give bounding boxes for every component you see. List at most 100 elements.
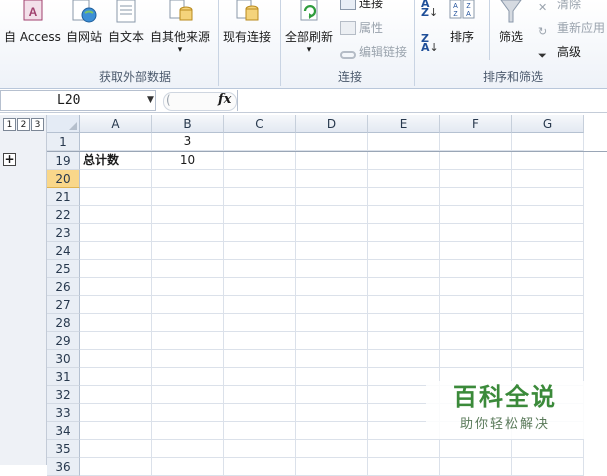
- cell-d30[interactable]: [296, 350, 368, 368]
- from-other-sources-button[interactable]: 自其他来源 ▾: [150, 0, 210, 55]
- row-header[interactable]: 21: [47, 188, 80, 206]
- sort-descending-button[interactable]: Z A↓: [421, 33, 439, 53]
- cell-d20[interactable]: [296, 170, 368, 188]
- cell-f21[interactable]: [440, 188, 512, 206]
- cell-d22[interactable]: [296, 206, 368, 224]
- sort-button[interactable]: A Z Z A 排序: [448, 0, 476, 45]
- row-header[interactable]: 29: [47, 332, 80, 350]
- cell-f1[interactable]: [440, 133, 512, 151]
- cell-c25[interactable]: [224, 260, 296, 278]
- row-header[interactable]: 25: [47, 260, 80, 278]
- select-all-corner[interactable]: [47, 115, 80, 133]
- cell-g36[interactable]: [512, 458, 584, 476]
- cell-g35[interactable]: [512, 440, 584, 458]
- cell-f22[interactable]: [440, 206, 512, 224]
- cell-c35[interactable]: [224, 440, 296, 458]
- cell-d24[interactable]: [296, 242, 368, 260]
- row-header[interactable]: 20: [47, 170, 80, 188]
- cell-e30[interactable]: [368, 350, 440, 368]
- cell-b19[interactable]: 10: [152, 152, 224, 170]
- cell-c34[interactable]: [224, 422, 296, 440]
- column-header-a[interactable]: A: [80, 115, 152, 133]
- from-text-button[interactable]: 自文本: [108, 0, 144, 45]
- cell-b27[interactable]: [152, 296, 224, 314]
- reapply-button[interactable]: ↻ 重新应用: [538, 19, 605, 39]
- cell-c1[interactable]: [224, 133, 296, 151]
- cell-a31[interactable]: [80, 368, 152, 386]
- cell-b32[interactable]: [152, 386, 224, 404]
- cell-c19[interactable]: [224, 152, 296, 170]
- cell-d23[interactable]: [296, 224, 368, 242]
- cell-c21[interactable]: [224, 188, 296, 206]
- cell-e25[interactable]: [368, 260, 440, 278]
- cell-b25[interactable]: [152, 260, 224, 278]
- cell-g1[interactable]: [512, 133, 584, 151]
- cell-d28[interactable]: [296, 314, 368, 332]
- cell-a29[interactable]: [80, 332, 152, 350]
- cell-e26[interactable]: [368, 278, 440, 296]
- cell-a36[interactable]: [80, 458, 152, 476]
- row-header[interactable]: 34: [47, 422, 80, 440]
- cell-a25[interactable]: [80, 260, 152, 278]
- cell-c22[interactable]: [224, 206, 296, 224]
- cell-g22[interactable]: [512, 206, 584, 224]
- row-header[interactable]: 23: [47, 224, 80, 242]
- row-header[interactable]: 24: [47, 242, 80, 260]
- row-header[interactable]: 27: [47, 296, 80, 314]
- expand-group-button[interactable]: +: [3, 153, 16, 166]
- cell-b20[interactable]: [152, 170, 224, 188]
- cell-b33[interactable]: [152, 404, 224, 422]
- cell-d21[interactable]: [296, 188, 368, 206]
- filter-button[interactable]: 筛选: [497, 0, 525, 45]
- cell-d26[interactable]: [296, 278, 368, 296]
- cell-b21[interactable]: [152, 188, 224, 206]
- properties-button[interactable]: 属性: [340, 19, 383, 36]
- edit-links-button[interactable]: 编辑链接: [340, 43, 407, 60]
- cell-b1[interactable]: 3: [152, 133, 224, 151]
- cell-a22[interactable]: [80, 206, 152, 224]
- cell-c31[interactable]: [224, 368, 296, 386]
- cell-e1[interactable]: [368, 133, 440, 151]
- cell-c32[interactable]: [224, 386, 296, 404]
- refresh-all-button[interactable]: 全部刷新 ▾: [285, 0, 333, 55]
- cell-c20[interactable]: [224, 170, 296, 188]
- cell-b34[interactable]: [152, 422, 224, 440]
- cell-f28[interactable]: [440, 314, 512, 332]
- cell-c27[interactable]: [224, 296, 296, 314]
- cell-b31[interactable]: [152, 368, 224, 386]
- cell-g25[interactable]: [512, 260, 584, 278]
- cell-d29[interactable]: [296, 332, 368, 350]
- cell-c28[interactable]: [224, 314, 296, 332]
- cell-c23[interactable]: [224, 224, 296, 242]
- cell-a21[interactable]: [80, 188, 152, 206]
- cell-a33[interactable]: [80, 404, 152, 422]
- cell-c29[interactable]: [224, 332, 296, 350]
- advanced-filter-button[interactable]: ⏷ 高级: [538, 43, 581, 63]
- cell-g21[interactable]: [512, 188, 584, 206]
- column-header-b[interactable]: B: [152, 115, 224, 133]
- cell-b28[interactable]: [152, 314, 224, 332]
- cell-e35[interactable]: [368, 440, 440, 458]
- row-header[interactable]: 32: [47, 386, 80, 404]
- row-header[interactable]: 31: [47, 368, 80, 386]
- cell-e23[interactable]: [368, 224, 440, 242]
- cell-f27[interactable]: [440, 296, 512, 314]
- column-header-c[interactable]: C: [224, 115, 296, 133]
- cell-f24[interactable]: [440, 242, 512, 260]
- name-box-dropdown-icon[interactable]: ▼: [147, 95, 154, 105]
- column-header-d[interactable]: D: [296, 115, 368, 133]
- cell-a26[interactable]: [80, 278, 152, 296]
- row-header[interactable]: 35: [47, 440, 80, 458]
- row-header[interactable]: 33: [47, 404, 80, 422]
- outline-level-1-button[interactable]: 1: [3, 118, 16, 131]
- sort-ascending-button[interactable]: A Z↓: [421, 0, 438, 18]
- name-box[interactable]: L20: [0, 90, 156, 111]
- cell-a32[interactable]: [80, 386, 152, 404]
- cell-c30[interactable]: [224, 350, 296, 368]
- cell-a34[interactable]: [80, 422, 152, 440]
- cell-f20[interactable]: [440, 170, 512, 188]
- cell-b26[interactable]: [152, 278, 224, 296]
- outline-level-3-button[interactable]: 3: [31, 118, 44, 131]
- cell-e19[interactable]: [368, 152, 440, 170]
- cell-c24[interactable]: [224, 242, 296, 260]
